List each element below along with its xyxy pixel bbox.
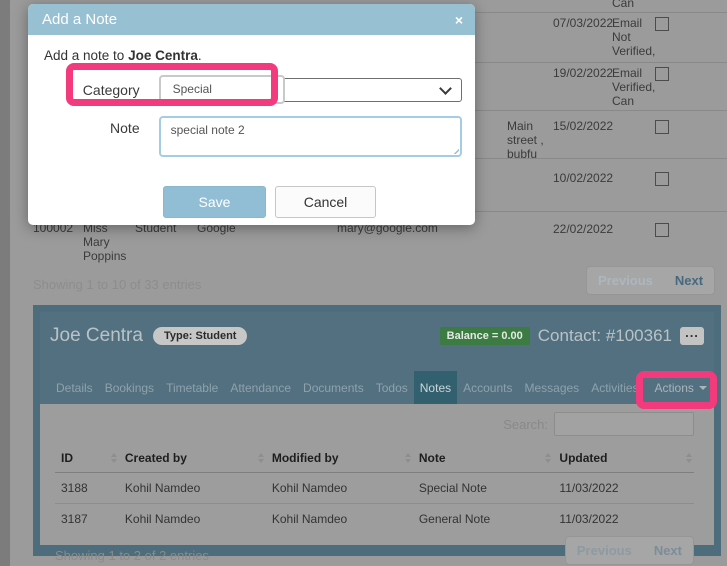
- tab-notes[interactable]: Notes: [414, 371, 457, 404]
- annotation-highlight-category: [66, 63, 278, 106]
- column-header-created-by[interactable]: Created by: [119, 444, 266, 473]
- save-button[interactable]: Save: [163, 186, 266, 218]
- chevron-down-icon: [439, 82, 452, 95]
- date-cell: 07/03/2022: [553, 16, 613, 30]
- tab-attendance[interactable]: Attendance: [224, 371, 297, 404]
- next-button[interactable]: Next: [643, 537, 693, 564]
- notes-table: ID Created by Modified by Note: [55, 444, 694, 534]
- sort-icon: [258, 453, 264, 463]
- column-header-id[interactable]: ID: [55, 444, 119, 473]
- sort-icon: [111, 453, 117, 463]
- tab-timetable[interactable]: Timetable: [160, 371, 224, 404]
- tab-details[interactable]: Details: [50, 371, 99, 404]
- table-row: 3187 Kohil Namdeo Kohil Namdeo General N…: [55, 504, 694, 535]
- cancel-button[interactable]: Cancel: [275, 186, 376, 218]
- tab-documents[interactable]: Documents: [297, 371, 370, 404]
- tab-bookings[interactable]: Bookings: [99, 371, 160, 404]
- note-textarea[interactable]: special note 2: [159, 116, 462, 157]
- previous-button[interactable]: Previous: [566, 537, 643, 564]
- notes-tab-content: Search: ID Created by: [40, 404, 714, 565]
- status-cell: Email Not Verified,: [612, 16, 658, 58]
- row-checkbox[interactable]: [655, 120, 669, 134]
- next-button[interactable]: Next: [664, 267, 714, 294]
- column-header-updated[interactable]: Updated: [553, 444, 694, 473]
- search-label: Search:: [503, 417, 548, 432]
- annotation-highlight-actions: [636, 371, 717, 409]
- resize-handle-icon[interactable]: [450, 145, 459, 154]
- address-cell: Main street , bubfu: [507, 119, 553, 161]
- name-cell: Miss Mary Poppins: [83, 221, 133, 263]
- dialog-intro-text: Add a note to Joe Centra.: [44, 48, 462, 63]
- column-header-note[interactable]: Note: [413, 444, 554, 473]
- tab-messages[interactable]: Messages: [518, 371, 585, 404]
- row-checkbox[interactable]: [655, 17, 669, 31]
- pagination: Previous Next: [565, 536, 694, 565]
- pagination: Previous Next: [586, 266, 715, 295]
- left-edge-strip: [0, 0, 10, 566]
- contact-name: Joe Centra: [128, 48, 198, 63]
- note-label: Note: [44, 116, 159, 157]
- entries-summary: Showing 1 to 2 of 2 entries: [55, 548, 209, 563]
- table-row: 3188 Kohil Namdeo Kohil Namdeo Special N…: [55, 473, 694, 504]
- contact-panel: Joe Centra Type: Student Balance = 0.00 …: [33, 305, 721, 556]
- tab-bar: Details Bookings Timetable Attendance Do…: [50, 371, 704, 404]
- tab-accounts[interactable]: Accounts: [457, 371, 518, 404]
- row-checkbox[interactable]: [655, 172, 669, 186]
- row-checkbox[interactable]: [655, 223, 669, 237]
- date-cell: 22/02/2022: [553, 222, 613, 236]
- date-cell: 19/02/2022: [553, 66, 613, 80]
- tab-todos[interactable]: Todos: [370, 371, 414, 404]
- date-cell: 10/02/2022: [553, 171, 613, 185]
- sort-icon: [545, 453, 551, 463]
- entries-summary: Showing 1 to 10 of 33 entries: [33, 277, 201, 292]
- note-text: special note 2: [171, 123, 245, 137]
- column-header-modified-by[interactable]: Modified by: [266, 444, 413, 473]
- date-cell: 15/02/2022: [553, 119, 613, 133]
- status-cell: Can: [612, 0, 634, 10]
- app-screen: Can 07/03/2022 Email Not Verified, 19/02…: [0, 0, 727, 566]
- contact-id: Contact: #100361: [538, 326, 672, 346]
- dialog-title: Add a Note: [42, 11, 117, 28]
- status-cell: Email Verified, Can: [612, 66, 658, 108]
- search-input[interactable]: [554, 412, 694, 436]
- row-checkbox[interactable]: [655, 67, 669, 81]
- previous-button[interactable]: Previous: [587, 267, 664, 294]
- more-options-button[interactable]: ...: [680, 327, 704, 345]
- sort-icon: [686, 453, 692, 463]
- type-badge: Type: Student: [153, 327, 248, 345]
- contact-name: Joe Centra: [50, 325, 143, 347]
- add-note-dialog: Add a Note × Add a note to Joe Centra. C…: [28, 4, 475, 225]
- dialog-header: Add a Note ×: [28, 4, 475, 35]
- close-icon[interactable]: ×: [455, 12, 463, 28]
- panel-header: Joe Centra Type: Student Balance = 0.00 …: [40, 312, 714, 404]
- balance-badge: Balance = 0.00: [440, 327, 530, 345]
- sort-icon: [405, 453, 411, 463]
